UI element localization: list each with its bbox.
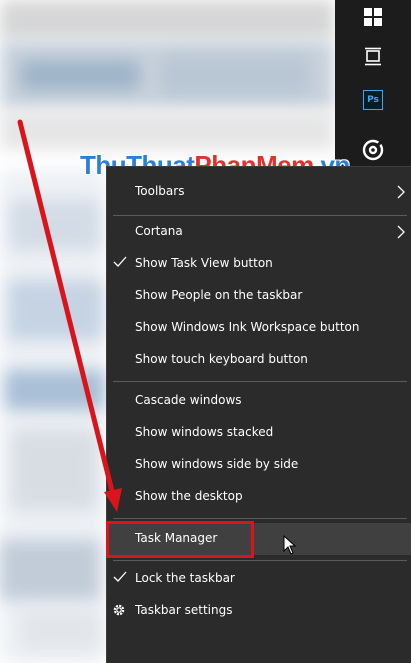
mouse-cursor-icon [283, 535, 297, 555]
red-annotation-arrow [17, 119, 122, 512]
